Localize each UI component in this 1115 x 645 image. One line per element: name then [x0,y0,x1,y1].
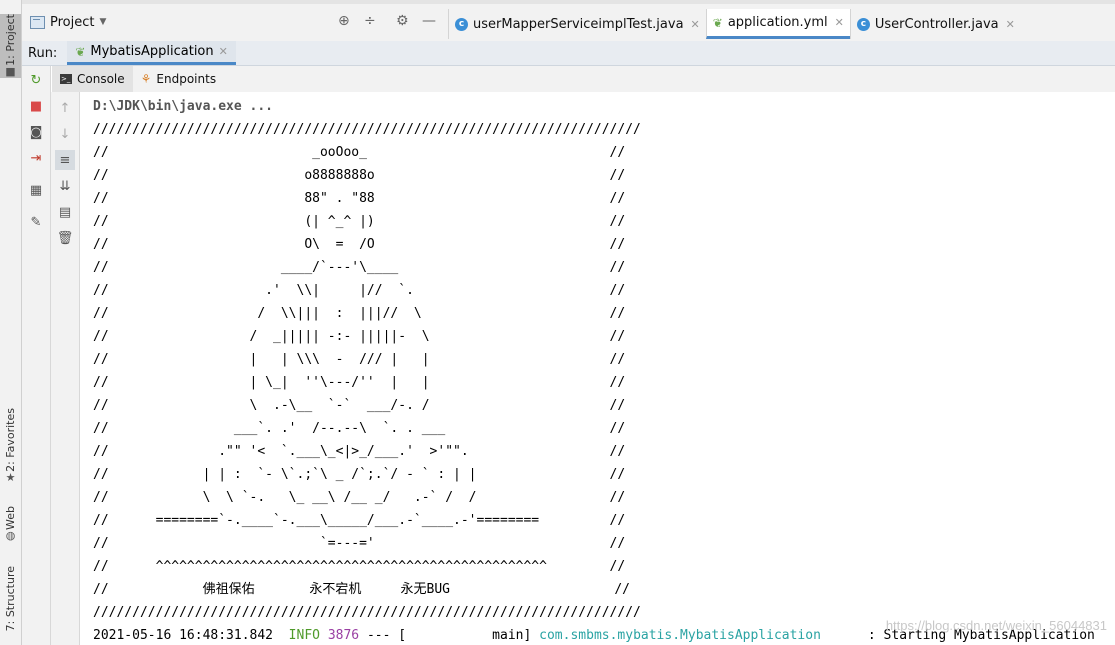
gear-icon[interactable]: ⚙ [396,13,409,29]
class-c-icon: c [455,17,468,31]
exit-icon[interactable]: ⇥ [26,148,46,168]
run-toolbar-primary: ↻ ■ ◙ ⇥ ▦ ✎ [22,66,51,645]
log-timestamp: 2021-05-16 16:48:31.842 [93,628,274,643]
layout-icon[interactable]: ▦ [26,180,46,200]
log-pid: 3876 [327,628,360,643]
console-banner-line: // / _||||| -:- |||||- \ // [93,329,626,344]
spring-boot-icon: ❦ [75,44,86,59]
web-tool-tab-label: Web [4,506,17,530]
run-config-tab[interactable]: ❦ MybatisApplication ✕ [67,41,236,65]
console-command-line: D:\JDK\bin\java.exe ... [93,99,274,114]
console-banner-line: // O\ = /O // [93,237,626,252]
tab-label: userMapperServiceimplTest.java [473,16,684,32]
console-banner-line: // (| ^_^ |) // [93,214,626,229]
console-banner-line: ////////////////////////////////////////… [93,122,641,137]
close-icon[interactable]: ✕ [1006,18,1015,31]
class-c-icon: c [856,17,870,31]
tab-usercontroller[interactable]: c UserController.java ✕ [849,9,1021,39]
tab-endpoints-label: Endpoints [156,72,217,86]
rerun-icon[interactable]: ↻ [26,70,46,90]
watermark: https://blog.csdn.net/weixin_56044831 [885,618,1107,633]
console-output[interactable]: D:\JDK\bin\java.exe ... ////////////////… [80,92,1115,645]
project-folder-icon [30,15,45,29]
collapse-all-icon[interactable]: ÷ [364,13,376,29]
console-banner-line: // `=---=' // [93,536,626,551]
console-banner-line: ////////////////////////////////////////… [93,605,641,620]
globe-icon: ◍ [5,528,16,542]
star-icon: ★ [5,470,16,484]
spring-leaf-icon: ❦ [712,15,723,30]
tab-label: application.yml [727,15,828,30]
chevron-down-icon: ▼ [99,17,107,27]
console-banner-line: // o8888888o // [93,168,626,183]
console-banner-line: // \ .-\__ `-` ___/-. / // [93,398,626,413]
tab-usermapperserviceimpltest[interactable]: c userMapperServiceimplTest.java ✕ [448,9,706,39]
folder-icon: ■ [5,64,16,78]
tab-application-yml[interactable]: ❦ application.yml ✕ [705,9,850,39]
tab-label: UserController.java [874,16,999,32]
console-toolbar: ↑ ↓ ≡ ⇊ ▤ 🗑 [51,92,80,645]
console-banner-line: // _ooOoo_ // [93,145,626,160]
close-icon[interactable]: ✕ [691,18,700,31]
tab-console[interactable]: >_ Console [52,66,133,92]
project-tool-tab-label: 1: Project [4,14,17,66]
project-tool-tab[interactable]: 1: Project ■ [0,14,21,78]
console-banner-line: // | \_| ''\---/'' | | // [93,375,626,390]
pin-icon[interactable]: ✎ [26,212,46,232]
tab-console-label: Console [77,72,125,86]
console-banner-line: // ___`. .' /--.--\ `. . ___ // [93,421,626,436]
console-banner-line: // ."" '< `.___\_<|>_/___.' >'"". // [93,444,626,459]
run-tool-window-header: Run: ❦ MybatisApplication ✕ [22,41,1115,66]
web-tool-tab[interactable]: Web ◍ [0,506,21,542]
console-banner-line: // ^^^^^^^^^^^^^^^^^^^^^^^^^^^^^^^^^^^^^… [93,559,626,574]
structure-tool-tab-label: 7: Structure [4,566,17,632]
scroll-to-end-icon[interactable]: ⇊ [55,176,75,196]
favorites-tool-tab[interactable]: 2: Favorites ★ [0,408,21,484]
soft-wrap-icon[interactable]: ≡ [55,150,75,170]
close-icon[interactable]: ✕ [835,16,844,29]
console-banner-line: // 佛祖保佑 永不宕机 永无BUG // [93,582,630,597]
run-config-name: MybatisApplication [90,44,214,59]
favorites-tool-tab-label: 2: Favorites [4,408,17,472]
left-tool-stripe: 1: Project ■ 2: Favorites ★ Web ◍ 7: Str… [0,0,22,645]
console-icon: >_ [60,74,72,84]
project-view-selector[interactable]: Project ▼ [30,12,106,32]
console-banner-line: // 88" . "88 // [93,191,626,206]
editor-tabs: c userMapperServiceimplTest.java ✕ ❦ app… [448,9,1021,40]
console-banner-line: // ____/`---'\____ // [93,260,626,275]
run-label: Run: [28,45,58,61]
project-label: Project [50,14,95,30]
log-level: INFO [288,628,320,643]
log-logger: com.smbms.mybatis.MybatisApplication [539,628,821,643]
console-banner-line: // / \\||| : |||// \ // [93,306,626,321]
log-thread: [ main] [398,628,532,643]
top-toolbar: Project ▼ ⊕ ÷ ⚙ — c userMapperServiceimp… [22,0,1115,42]
title-strip [22,0,1115,4]
structure-tool-tab[interactable]: 7: Structure [0,566,21,631]
console-banner-line: // | | : `- \`.;`\ _ /`;.`/ - ` : | | // [93,467,626,482]
hide-minus-icon[interactable]: — [422,13,436,29]
tab-endpoints[interactable]: ⚘ Endpoints [133,66,224,92]
run-inner-tabs: >_ Console ⚘ Endpoints [52,66,1115,93]
trash-icon[interactable]: 🗑 [55,228,75,248]
camera-icon[interactable]: ◙ [26,122,46,142]
close-icon[interactable]: ✕ [219,45,228,58]
print-icon[interactable]: ▤ [55,202,75,222]
console-banner-line: // .' \\| |// `. // [93,283,626,298]
arrow-down-icon[interactable]: ↓ [55,124,75,144]
console-banner-line: // \ \ `-. \_ __\ /__ _/ .-` / / // [93,490,626,505]
locate-target-icon[interactable]: ⊕ [338,13,350,29]
console-banner-line: // ========`-.____`-.___\_____/___.-`___… [93,513,626,528]
arrow-up-icon[interactable]: ↑ [55,98,75,118]
log-separator: --- [366,628,391,643]
endpoints-icon: ⚘ [140,72,152,86]
stop-icon[interactable]: ■ [26,96,46,116]
console-banner-line: // | | \\\ - /// | | // [93,352,626,367]
